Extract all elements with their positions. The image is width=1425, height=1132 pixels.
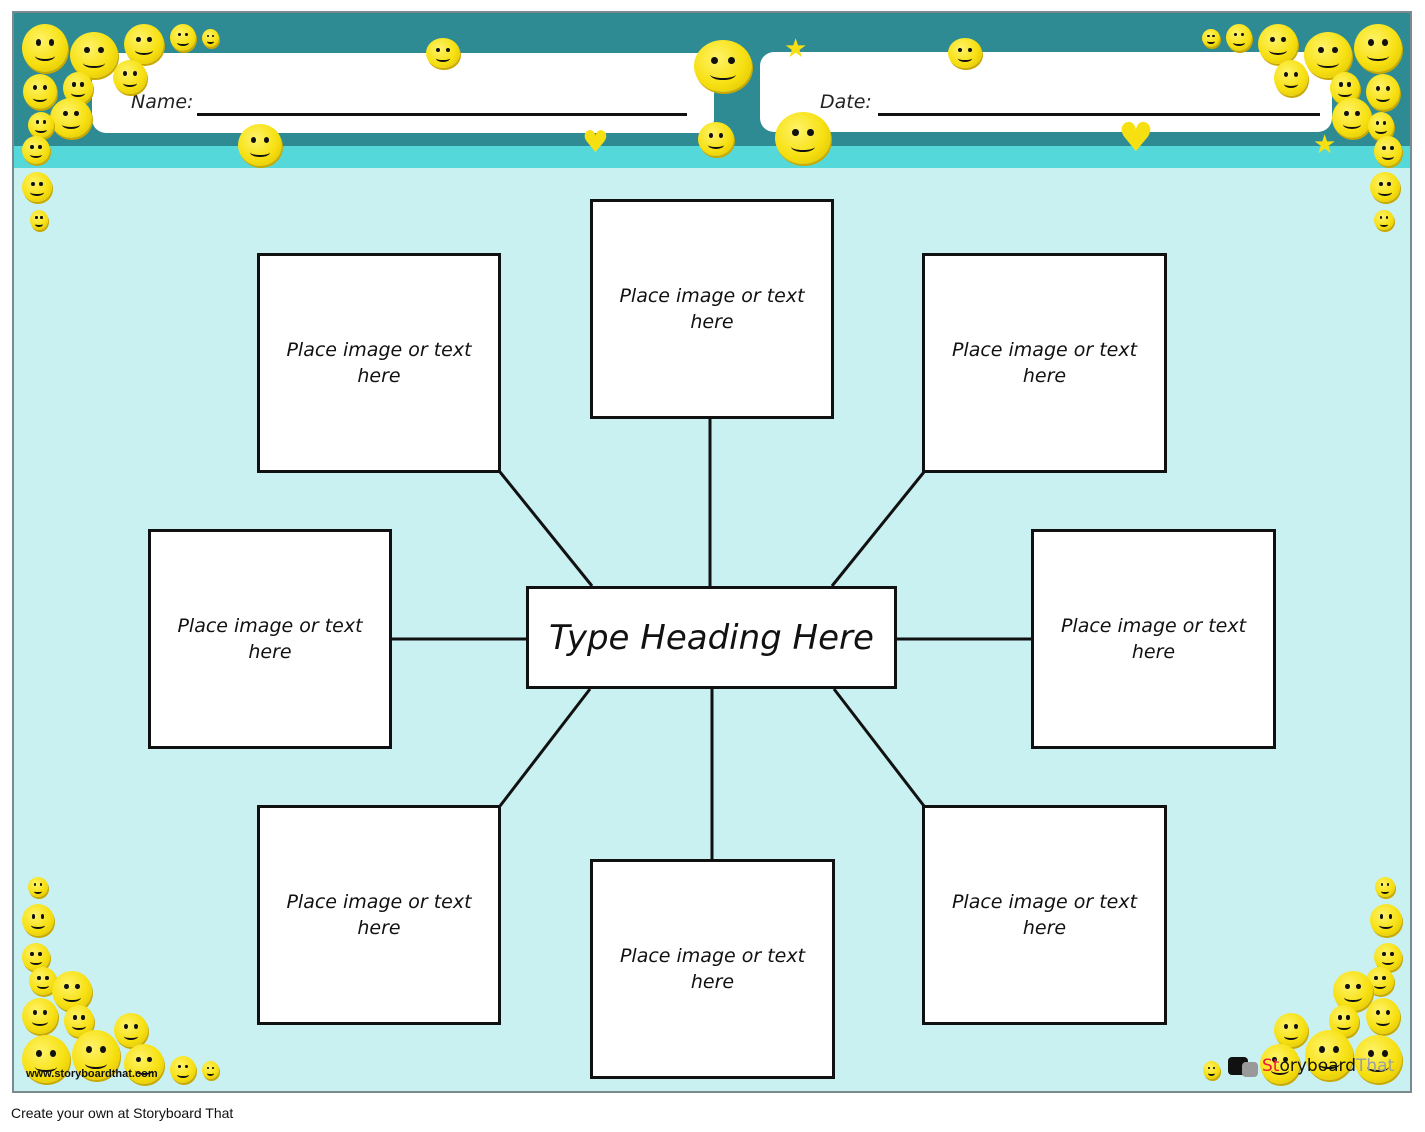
box-text: Place image or text here: [951, 339, 1138, 387]
box-top-right[interactable]: Place image or text here: [922, 253, 1167, 473]
surprised-emoji-icon: [1374, 136, 1402, 166]
connector-bottom-right: [832, 688, 926, 807]
meh-emoji-icon: [1202, 29, 1220, 47]
wink-emoji-icon: [50, 98, 92, 138]
box-left[interactable]: Place image or text here: [148, 529, 392, 749]
kiss-emoji-icon: [22, 172, 52, 202]
sunglasses-emoji-icon: [1366, 998, 1400, 1034]
sunglasses-emoji-icon: [1366, 74, 1400, 110]
smile-emoji-icon: [1226, 24, 1252, 51]
watermark-url: www.storyboardthat.com: [26, 1068, 158, 1080]
nerd-emoji-icon: [775, 112, 831, 164]
box-text: Place image or text here: [619, 945, 806, 993]
sunglasses-emoji-icon: [23, 74, 57, 109]
speech-bubble-icon: [1242, 1062, 1258, 1077]
smile-emoji-icon: [698, 122, 734, 156]
connector-bottom-left: [498, 688, 592, 807]
sunglasses-emoji-icon: [28, 877, 48, 897]
grin-emoji-icon: [113, 60, 147, 94]
star-icon: ★: [1313, 130, 1337, 160]
smile-emoji-icon: [170, 1056, 196, 1083]
sunglasses-emoji-icon: [30, 210, 48, 230]
meh-emoji-icon: [1203, 1061, 1220, 1079]
box-right[interactable]: Place image or text here: [1031, 529, 1276, 749]
kiss-emoji-icon: [22, 904, 54, 936]
sunglasses-emoji-icon: [1375, 877, 1395, 897]
star-icon: ★: [784, 34, 808, 64]
heart-eyes-emoji-icon: [1258, 24, 1298, 64]
box-top[interactable]: Place image or text here: [590, 199, 834, 419]
half-emoji-icon: [426, 38, 460, 68]
grin-emoji-icon: [114, 1013, 148, 1047]
smile-emoji-icon: [170, 24, 196, 51]
box-text: Place image or text here: [177, 615, 363, 663]
logo-text: StoryboardThat: [1262, 1055, 1395, 1076]
box-text: Place image or text here: [1060, 615, 1247, 663]
heart-icon: ♥: [1118, 115, 1154, 161]
half-emoji-icon: [948, 38, 982, 68]
meh-emoji-icon: [202, 29, 219, 47]
box-top-left[interactable]: Place image or text here: [257, 253, 501, 473]
connector-top-left: [498, 471, 594, 587]
connector-top-right: [830, 471, 926, 587]
grin-emoji-icon: [238, 124, 282, 166]
box-bottom-right[interactable]: Place image or text here: [922, 805, 1167, 1025]
kiss-emoji-icon: [1370, 904, 1402, 936]
footer-link[interactable]: Create your own at Storyboard That: [11, 1105, 233, 1121]
meh-emoji-icon: [202, 1061, 219, 1079]
surprised-emoji-icon: [22, 136, 50, 164]
sunglasses-emoji-icon: [22, 998, 58, 1034]
sunglasses-emoji-icon: [1374, 210, 1394, 230]
heart-eyes-emoji-icon: [124, 24, 164, 64]
laughing-emoji-icon: [1354, 24, 1402, 72]
box-text: Place image or text here: [951, 891, 1138, 939]
laughing-emoji-icon: [22, 24, 68, 72]
frown-emoji-icon: [28, 112, 54, 138]
box-text: Place image or text here: [286, 891, 472, 939]
box-text: Place image or text here: [619, 285, 805, 333]
wink-emoji-icon: [52, 971, 92, 1011]
box-bottom[interactable]: Place image or text here: [590, 859, 835, 1079]
kiss-emoji-icon: [1370, 172, 1400, 202]
central-heading[interactable]: Type Heading Here: [526, 586, 897, 689]
storyboardthat-logo[interactable]: StoryboardThat: [1228, 1054, 1394, 1077]
box-bottom-left[interactable]: Place image or text here: [257, 805, 501, 1025]
grin-emoji-icon: [1274, 60, 1308, 96]
grin-emoji-icon: [1274, 1013, 1308, 1047]
box-text: Place image or text here: [286, 339, 472, 387]
heading-text: Type Heading Here: [549, 617, 874, 658]
heart-icon: ♥: [582, 125, 609, 160]
laughing-emoji-icon: [694, 40, 752, 92]
wink-emoji-icon: [1332, 98, 1372, 138]
